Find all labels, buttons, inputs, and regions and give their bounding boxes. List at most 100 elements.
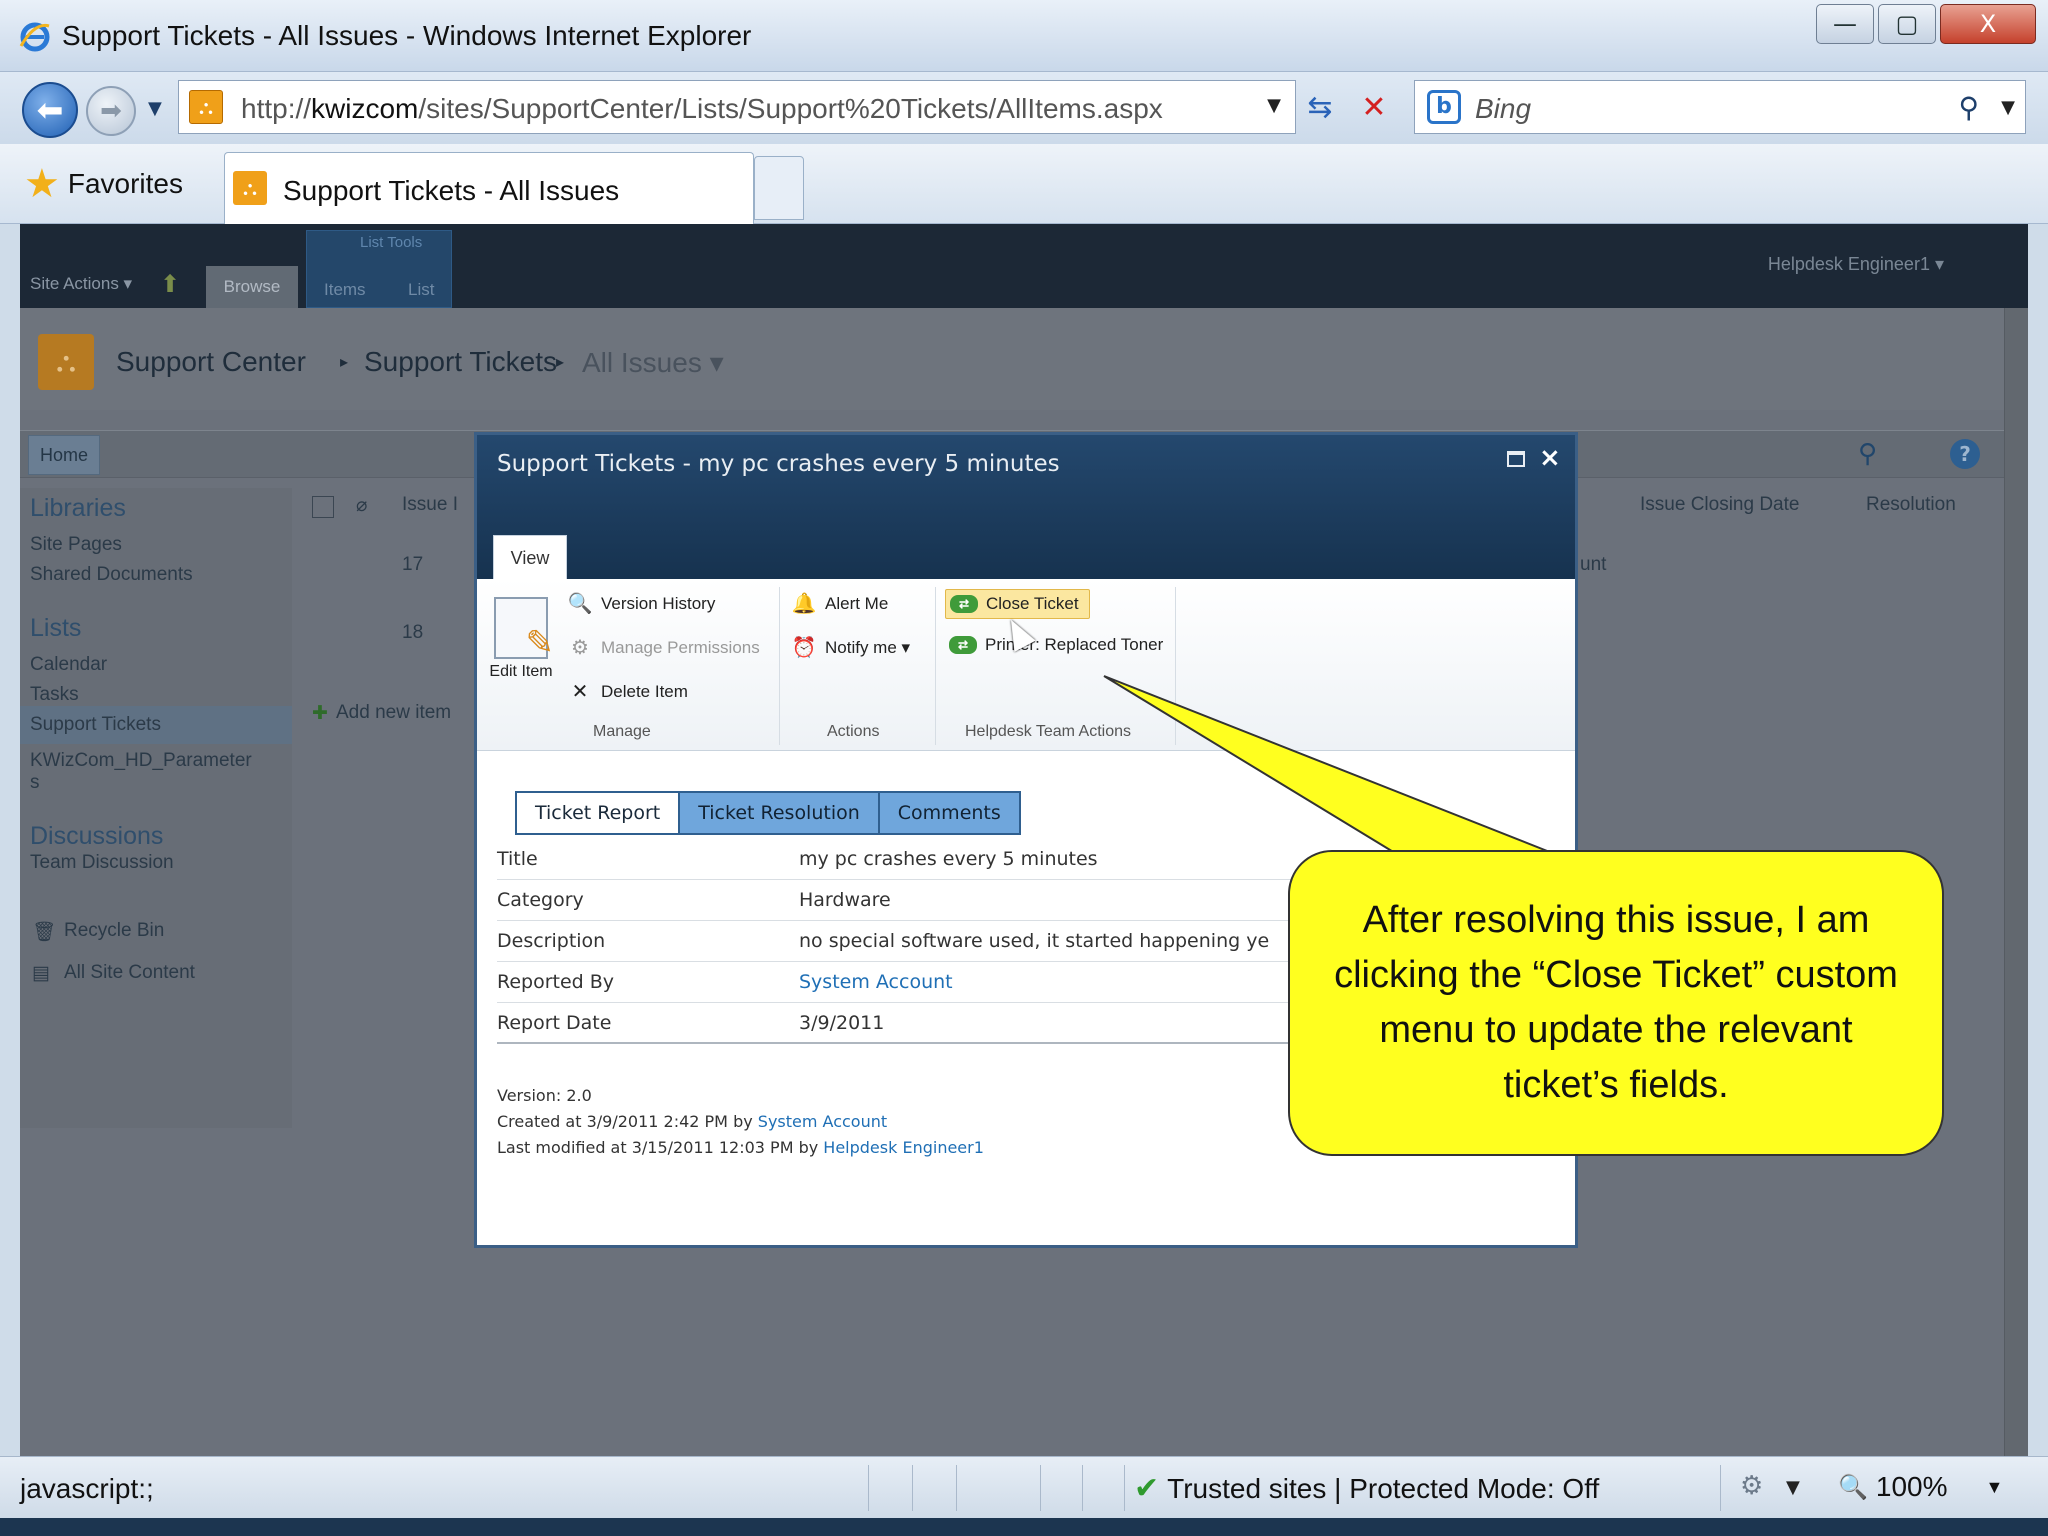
version-history-button[interactable]: 🔍 Version History (567, 591, 716, 616)
field-value: Hardware (799, 889, 891, 911)
tab-browse[interactable]: Browse (206, 266, 298, 308)
ql-lists[interactable]: Lists (30, 614, 81, 643)
tab-list[interactable]: List (408, 280, 434, 300)
address-bar[interactable]: ⛬ http://kwizcom/sites/SupportCenter/Lis… (178, 80, 1296, 134)
new-tab-button[interactable] (754, 156, 804, 220)
bell-icon: 🔔 (791, 593, 817, 615)
zoom-dropdown-icon[interactable]: ▼ (1986, 1477, 2004, 1498)
add-new-item-link[interactable]: Add new item (336, 702, 451, 724)
security-zone[interactable]: ✔ Trusted sites | Protected Mode: Off (1134, 1471, 1599, 1506)
breadcrumb-support-center[interactable]: Support Center (116, 346, 306, 378)
column-issue-id[interactable]: Issue I (402, 494, 458, 516)
close-ticket-button[interactable]: ⇄ Close Ticket (945, 589, 1090, 619)
tab-view[interactable]: View (493, 535, 567, 581)
stop-button[interactable]: ✕ (1352, 84, 1396, 130)
maximize-icon[interactable] (1507, 451, 1525, 467)
manage-permissions-button[interactable]: ⚙ Manage Permissions (567, 635, 760, 660)
navigate-up-icon[interactable]: ⬆ (160, 270, 180, 299)
attachment-icon: ⌀ (356, 495, 368, 516)
breadcrumb-support-tickets[interactable]: Support Tickets (364, 346, 557, 378)
stop-icon: ✕ (1361, 89, 1387, 125)
printer-replaced-toner-button[interactable]: ⇄ Printer: Replaced Toner (949, 635, 1163, 655)
search-dropdown-icon[interactable]: ▼ (2001, 97, 2015, 118)
table-cell: unt (1580, 554, 1607, 575)
sharepoint-site-icon: ⛬ (189, 90, 223, 124)
ql-calendar[interactable]: Calendar (30, 654, 107, 676)
page-scrollbar[interactable] (2004, 308, 2028, 1456)
form-tabs: Ticket Report Ticket Resolution Comments (515, 791, 1021, 835)
ql-team-discussion[interactable]: Team Discussion (30, 852, 174, 874)
search-box[interactable]: b Bing ⚲ ▼ (1414, 80, 2026, 134)
nav-home[interactable]: Home (28, 435, 100, 475)
column-issue-closing-date[interactable]: Issue Closing Date (1640, 494, 1799, 516)
help-icon[interactable]: ? (1950, 439, 1980, 469)
created-text: Created at 3/9/2011 2:42 PM by System Ac… (497, 1112, 888, 1131)
close-icon[interactable]: × (1539, 443, 1561, 473)
title-bar: Support Tickets - All Issues - Windows I… (0, 0, 2048, 72)
select-all-checkbox[interactable] (312, 496, 334, 518)
user-menu[interactable]: Helpdesk Engineer1 ▾ (1768, 254, 1944, 275)
dialog-ribbon: Edit Item 🔍 Version History ⚙ Manage Per… (477, 579, 1575, 751)
edit-item-button[interactable]: Edit Item (489, 597, 554, 681)
site-logo-icon: ⛬ (38, 334, 94, 390)
tab-comments[interactable]: Comments (879, 791, 1021, 835)
browser-window: Support Tickets - All Issues - Windows I… (0, 0, 2048, 1536)
tab-ticket-report[interactable]: Ticket Report (515, 791, 681, 835)
search-icon[interactable]: ⚲ (1958, 91, 1979, 124)
recycle-bin-icon: 🗑 (32, 922, 57, 943)
edit-document-icon (494, 597, 554, 663)
version-history-icon: 🔍 (567, 593, 593, 615)
site-actions-menu[interactable]: Site Actions ▾ (30, 274, 132, 294)
maximize-button[interactable]: ▢ (1878, 4, 1936, 44)
ql-tasks[interactable]: Tasks (30, 684, 79, 706)
all-site-content-icon: ▤ (32, 963, 50, 984)
address-dropdown-icon[interactable]: ▼ (1267, 95, 1281, 116)
breadcrumb-separator-icon: ▸ (556, 354, 565, 371)
created-by-link[interactable]: System Account (758, 1112, 887, 1131)
refresh-button[interactable]: ⇆ (1298, 84, 1342, 130)
url-text[interactable]: http://kwizcom/sites/SupportCenter/Lists… (241, 93, 1163, 125)
favorites-button[interactable]: ★ Favorites (14, 156, 193, 212)
table-row[interactable]: 18 (402, 622, 423, 644)
notify-me-button[interactable]: ⏰ Notify me ▾ (791, 635, 911, 660)
minimize-button[interactable]: — (1816, 4, 1874, 44)
ql-discussions[interactable]: Discussions (30, 822, 163, 851)
status-divider (956, 1465, 957, 1511)
ql-site-pages[interactable]: Site Pages (30, 534, 122, 556)
tab-items[interactable]: Items (324, 280, 366, 300)
delete-item-label: Delete Item (601, 681, 688, 701)
search-input[interactable]: Bing (1475, 93, 1531, 125)
browser-tab-active[interactable]: ⛬ Support Tickets - All Issues (224, 152, 754, 224)
search-icon[interactable]: ⚲ (1858, 439, 1877, 469)
ql-all-site-content[interactable]: All Site Content (64, 962, 195, 984)
field-value: no special software used, it started hap… (799, 930, 1270, 952)
reported-by-link[interactable]: System Account (799, 971, 953, 993)
table-row[interactable]: 17 (402, 554, 423, 576)
favorites-bar: ★ Favorites ⛬ Support Tickets - All Issu… (0, 144, 2048, 224)
zoom-control[interactable]: 🔍 100% ▼ (1838, 1471, 2003, 1503)
forward-button[interactable]: ➡ (86, 86, 136, 136)
delete-item-button[interactable]: ✕ Delete Item (567, 679, 688, 704)
ql-libraries[interactable]: Libraries (30, 494, 126, 523)
close-window-button[interactable]: X (1940, 4, 2036, 44)
column-resolution[interactable]: Resolution (1866, 494, 1956, 516)
ql-kwizcom-parameters[interactable]: KWizCom_HD_Parameter (30, 750, 252, 772)
history-dropdown-icon[interactable]: ▼ (148, 98, 162, 119)
alert-me-button[interactable]: 🔔 Alert Me (791, 591, 889, 616)
status-bar: javascript:; ✔ Trusted sites | Protected… (0, 1456, 2048, 1518)
ql-kwizcom-parameters-tail[interactable]: s (30, 772, 40, 794)
ql-recycle-bin[interactable]: Recycle Bin (64, 920, 164, 942)
ql-shared-documents[interactable]: Shared Documents (30, 564, 193, 586)
checkmark-icon: ✔ (1134, 1472, 1160, 1505)
dropdown-icon[interactable]: ▼ (1786, 1477, 1800, 1498)
version-text: Version: 2.0 (497, 1086, 592, 1105)
notify-me-label: Notify me ▾ (825, 637, 911, 657)
modified-by-link[interactable]: Helpdesk Engineer1 (823, 1138, 984, 1157)
globe-settings-icon[interactable]: ⚙ (1740, 1471, 1763, 1501)
permissions-icon: ⚙ (571, 637, 589, 659)
tab-ticket-resolution[interactable]: Ticket Resolution (680, 791, 880, 835)
ql-support-tickets[interactable]: Support Tickets (20, 706, 292, 744)
back-button[interactable]: ⬅ (22, 82, 78, 138)
breadcrumb-view-menu[interactable]: All Issues ▾ (582, 346, 724, 379)
tab-label: Support Tickets - All Issues (283, 175, 620, 206)
